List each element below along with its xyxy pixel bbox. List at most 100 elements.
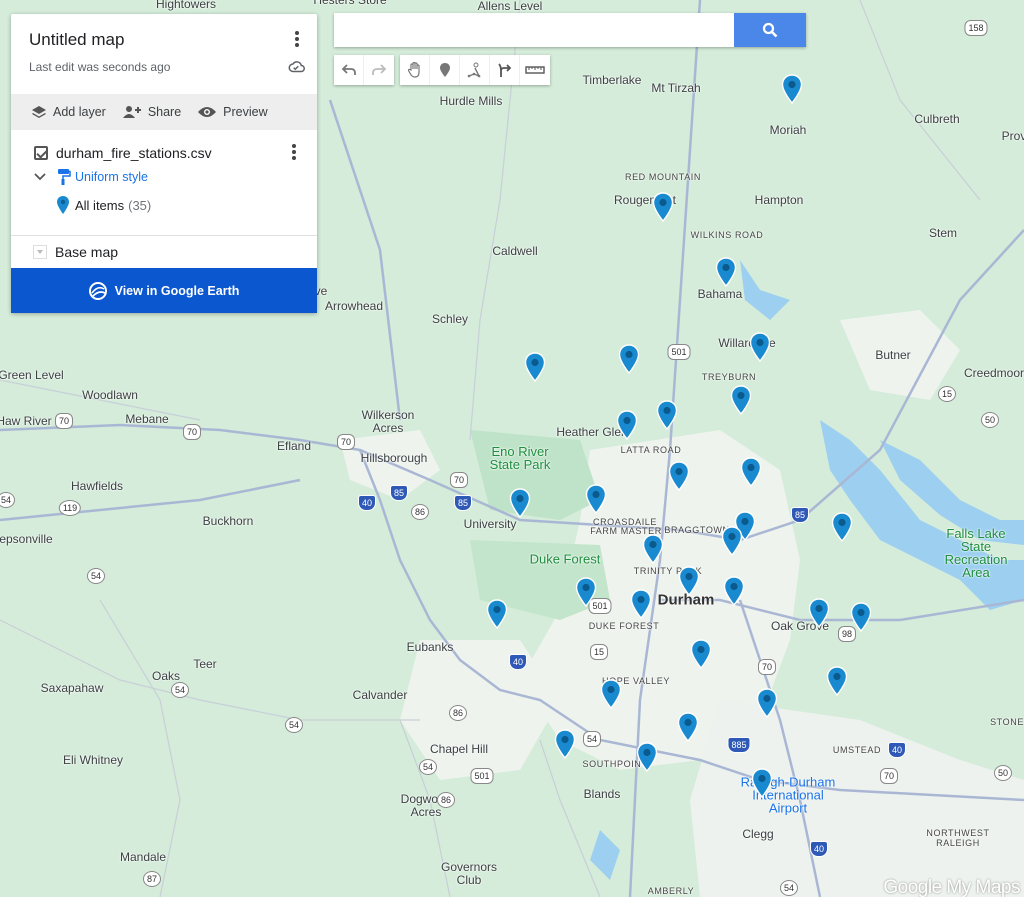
- measure-tool[interactable]: [520, 55, 550, 85]
- layer-style-button[interactable]: Uniform style: [11, 168, 317, 186]
- fire-station-marker[interactable]: [668, 461, 690, 492]
- route-shield: 158: [964, 20, 988, 36]
- fire-station-marker[interactable]: [721, 526, 743, 557]
- layer-style-label: Uniform style: [75, 170, 148, 184]
- redo-icon: [372, 64, 387, 75]
- fire-station-marker[interactable]: [749, 332, 771, 363]
- route-shield: 85: [389, 485, 409, 501]
- route-shield: 501: [667, 344, 691, 360]
- add-layer-label: Add layer: [53, 105, 106, 119]
- fire-station-marker[interactable]: [616, 410, 638, 441]
- fire-station-marker[interactable]: [585, 484, 607, 515]
- route-shield: 85: [790, 507, 810, 523]
- eye-icon: [198, 107, 217, 117]
- map-options-icon[interactable]: [291, 30, 303, 50]
- fire-station-marker[interactable]: [554, 729, 576, 760]
- fire-station-marker[interactable]: [486, 599, 508, 630]
- google-earth-icon: [88, 281, 107, 300]
- route-shield: 40: [357, 495, 377, 511]
- route-shield: 885: [727, 737, 751, 753]
- fire-station-marker[interactable]: [826, 666, 848, 697]
- route-shield: 40: [508, 654, 528, 670]
- fire-station-marker[interactable]: [756, 688, 778, 719]
- map-legend-panel: Untitled map Last edit was seconds ago A…: [11, 14, 317, 313]
- fire-station-marker[interactable]: [690, 639, 712, 670]
- map-toolbar: [334, 55, 550, 85]
- all-items-row[interactable]: All items (35): [11, 196, 317, 214]
- route-shield: 70: [757, 659, 777, 675]
- map-title[interactable]: Untitled map: [29, 30, 299, 50]
- fire-station-marker[interactable]: [524, 352, 546, 383]
- layer-name[interactable]: durham_fire_stations.csv: [56, 145, 212, 161]
- fire-station-marker[interactable]: [656, 400, 678, 431]
- undo-button[interactable]: [334, 55, 364, 85]
- fire-station-marker[interactable]: [677, 712, 699, 743]
- ruler-icon: [525, 66, 545, 74]
- redo-button[interactable]: [364, 55, 394, 85]
- layer-item: durham_fire_stations.csv Uniform style A…: [11, 130, 317, 236]
- undo-icon: [341, 64, 356, 75]
- expand-icon: [33, 245, 47, 259]
- marker-icon: [439, 63, 450, 77]
- fire-station-marker[interactable]: [715, 257, 737, 288]
- draw-line-tool[interactable]: [460, 55, 490, 85]
- fire-station-marker[interactable]: [509, 488, 531, 519]
- map-pin-icon: [57, 196, 69, 214]
- fire-station-marker[interactable]: [652, 192, 674, 223]
- fire-station-marker[interactable]: [575, 577, 597, 608]
- route-shield: 15: [589, 644, 609, 660]
- cloud-saved-icon[interactable]: [287, 60, 305, 74]
- view-in-google-earth-button[interactable]: View in Google Earth: [11, 268, 317, 313]
- fire-station-marker[interactable]: [850, 602, 872, 633]
- base-map-label: Base map: [55, 244, 119, 260]
- fire-station-marker[interactable]: [642, 534, 664, 565]
- add-marker-tool[interactable]: [430, 55, 460, 85]
- search-bar: [334, 13, 806, 47]
- hand-icon: [407, 61, 420, 78]
- fire-station-marker[interactable]: [618, 344, 640, 375]
- base-map-toggle[interactable]: Base map: [11, 236, 317, 268]
- route-shield: 86: [436, 792, 456, 808]
- fire-station-marker[interactable]: [630, 589, 652, 620]
- route-shield: 54: [418, 759, 438, 775]
- draw-line-icon: [467, 62, 480, 78]
- route-shield: 85: [453, 495, 473, 511]
- paint-roller-icon: [58, 169, 71, 185]
- chevron-down-icon[interactable]: [33, 172, 47, 182]
- layers-icon: [32, 106, 46, 118]
- route-shield: 86: [410, 504, 430, 520]
- fire-station-marker[interactable]: [723, 576, 745, 607]
- add-person-icon: [122, 106, 141, 118]
- route-shield: 87: [142, 871, 162, 887]
- google-my-maps-logo: Google My Maps: [883, 877, 1020, 897]
- fire-station-marker[interactable]: [808, 598, 830, 629]
- search-input[interactable]: [334, 13, 734, 47]
- route-shield: 70: [449, 472, 469, 488]
- search-button[interactable]: [734, 13, 806, 47]
- fire-station-marker[interactable]: [730, 385, 752, 416]
- directions-tool[interactable]: [490, 55, 520, 85]
- route-shield: 50: [980, 412, 1000, 428]
- panel-header: Untitled map Last edit was seconds ago: [11, 14, 317, 94]
- route-shield: 70: [879, 768, 899, 784]
- fire-station-marker[interactable]: [781, 74, 803, 105]
- route-shield: 15: [937, 386, 957, 402]
- search-icon: [762, 22, 778, 38]
- route-shield: 54: [170, 682, 190, 698]
- fire-station-marker[interactable]: [600, 679, 622, 710]
- route-shield: 501: [470, 768, 494, 784]
- fire-station-marker[interactable]: [636, 742, 658, 773]
- last-edit-status: Last edit was seconds ago: [29, 60, 171, 74]
- add-layer-button[interactable]: Add layer: [31, 105, 106, 119]
- panel-actions: Add layer Share Preview: [11, 94, 317, 130]
- fire-station-marker[interactable]: [751, 768, 773, 799]
- fire-station-marker[interactable]: [678, 566, 700, 597]
- share-button[interactable]: Share: [122, 105, 181, 119]
- fire-station-marker[interactable]: [740, 457, 762, 488]
- select-hand-tool[interactable]: [400, 55, 430, 85]
- directions-icon: [497, 63, 511, 77]
- layer-visibility-checkbox[interactable]: [34, 146, 48, 160]
- fire-station-marker[interactable]: [831, 512, 853, 543]
- preview-button[interactable]: Preview: [197, 105, 268, 119]
- layer-options-icon[interactable]: [289, 143, 299, 163]
